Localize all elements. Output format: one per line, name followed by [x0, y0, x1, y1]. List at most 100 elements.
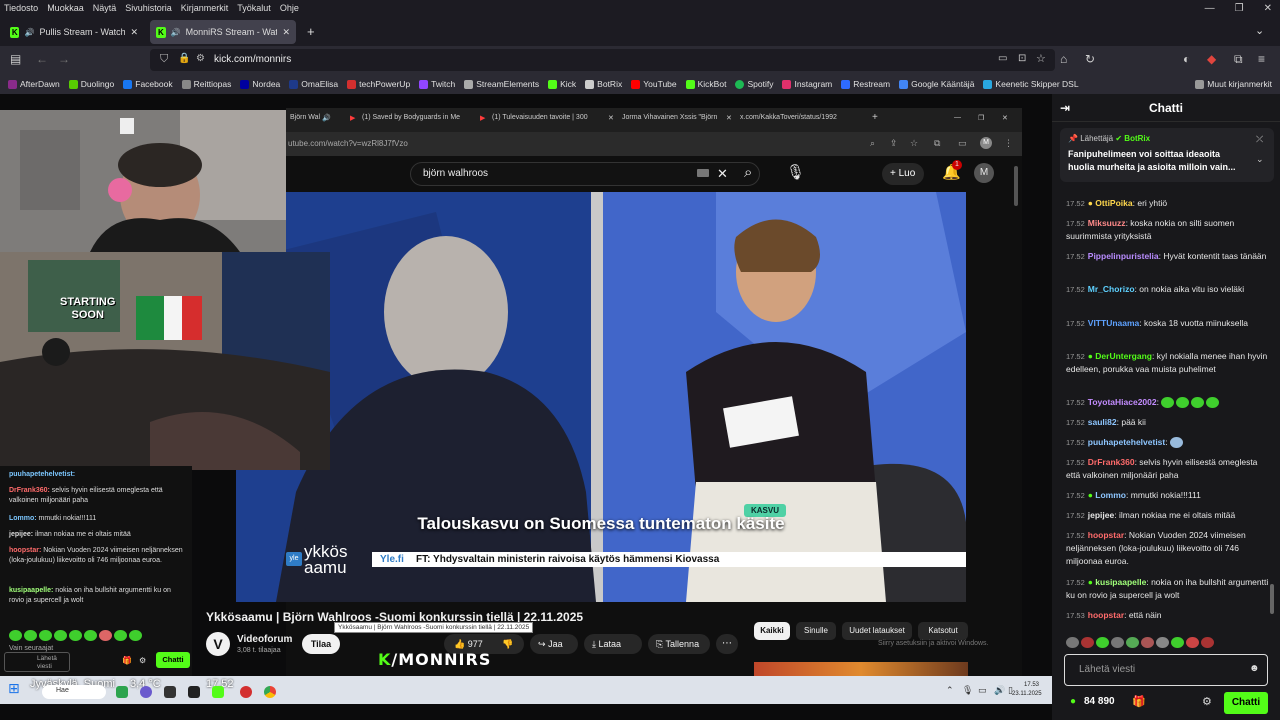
shield-icon[interactable]: ⛉ — [160, 53, 168, 66]
create-button[interactable]: + Luo — [882, 163, 924, 185]
settings-icon[interactable]: ⚙ — [1202, 695, 1212, 708]
menu-icon[interactable]: ≡ — [1258, 52, 1265, 66]
keyboard-icon[interactable] — [697, 169, 709, 177]
new-tab-icon[interactable]: + — [307, 24, 315, 39]
menu-file[interactable]: Tiedosto — [4, 3, 38, 13]
new-tab-icon[interactable]: + — [872, 112, 878, 123]
search-icon[interactable]: ⌕ — [744, 164, 752, 181]
bookmark-streamelements[interactable]: StreamElements — [464, 79, 539, 89]
bookmark-nordea[interactable]: Nordea — [240, 79, 280, 89]
chip-new-uploads[interactable]: Uudet lataukset — [842, 622, 912, 640]
taskbar-app-icon[interactable] — [116, 686, 128, 698]
settings-icon[interactable]: ⚙ — [139, 656, 146, 665]
pip-icon[interactable]: ▭ — [998, 53, 1007, 64]
tab-pullis[interactable]: K 🔊 Pullis Stream - Watch Live o ✕ — [4, 20, 144, 44]
menu-history[interactable]: Sivuhistoria — [125, 3, 172, 13]
reload-icon[interactable]: ↻ — [1085, 52, 1095, 66]
network-icon[interactable]: ▭ — [978, 685, 987, 696]
subscribe-button[interactable]: Tilaa — [302, 634, 340, 654]
bookmark-facebook[interactable]: Facebook — [123, 79, 173, 89]
clear-icon[interactable]: ✕ — [717, 166, 728, 182]
scrollbar[interactable] — [1014, 166, 1018, 206]
permissions-icon[interactable]: ⚙ — [196, 53, 205, 64]
lock-icon[interactable]: 🔒 — [178, 53, 190, 64]
recommended-thumbnail[interactable] — [754, 662, 968, 676]
menu-help[interactable]: Ohje — [280, 3, 299, 13]
bookmark-star-icon[interactable]: ☆ — [1036, 52, 1046, 65]
menu-tools[interactable]: Työkalut — [237, 3, 271, 13]
zoom-icon[interactable]: ⌕ — [870, 138, 875, 149]
windows-start-icon[interactable]: ⊞ — [8, 680, 20, 697]
bookmark-duolingo[interactable]: Duolingo — [68, 79, 114, 89]
url-bar[interactable]: ⛉ 🔒 ⚙ kick.com/monnirs ▭ ⊡ ☆ — [150, 49, 1055, 71]
bookmark-youtube[interactable]: YouTube — [631, 79, 677, 89]
left-chat-input[interactable]: Lähetä viesti — [4, 652, 70, 672]
bookmark-restream[interactable]: Restream — [841, 79, 890, 89]
tray-chevron-icon[interactable]: ⌃ — [946, 685, 954, 696]
sidepanel-icon[interactable]: ▭ — [958, 138, 967, 149]
screenshot-icon[interactable]: ⊡ — [1018, 53, 1026, 64]
bookmark-instagram[interactable]: Instagram — [782, 79, 832, 89]
speaker-icon[interactable]: 🔊 — [322, 114, 331, 122]
save-button[interactable]: ⎘ Tallenna — [648, 634, 710, 654]
chrome-icon[interactable] — [264, 686, 276, 698]
bookmark-kick[interactable]: Kick — [548, 79, 576, 89]
pinned-message[interactable]: 📌 Lähettäjä ✔ BotRix ⤫ Fanipuhelimeen vo… — [1060, 128, 1274, 182]
send-chat-button[interactable]: Chatti — [1224, 692, 1268, 714]
menu-bookmarks[interactable]: Kirjanmerkit — [181, 3, 229, 13]
yt-search-input[interactable]: björn walhroos ✕ — [410, 162, 760, 186]
chip-for-you[interactable]: Sinulle — [796, 622, 836, 640]
bookmark-afterdawn[interactable]: AfterDawn — [8, 79, 60, 89]
minimize-icon[interactable]: — — [1205, 3, 1215, 14]
chat-scrollbar[interactable] — [1270, 584, 1274, 614]
bookmark-techpowerup[interactable]: techPowerUp — [347, 79, 410, 89]
tab-close-icon[interactable]: ✕ — [130, 27, 138, 38]
taskbar-app-icon[interactable] — [188, 686, 200, 698]
url-text[interactable]: kick.com/monnirs — [214, 54, 291, 65]
left-chat-send-button[interactable]: Chatti — [156, 652, 190, 668]
yt-tab[interactable]: x.com/KakkaToveri/status/1992 — [740, 114, 837, 121]
mic-icon[interactable]: 🎙 — [962, 685, 973, 696]
speaker-icon[interactable]: 🔊 — [24, 28, 34, 37]
unpin-icon[interactable]: ⤫ — [1256, 134, 1263, 145]
chevron-down-icon[interactable]: ⌄ — [1256, 154, 1264, 165]
extensions-icon[interactable]: ⧉ — [934, 138, 940, 149]
channel-name[interactable]: Videoforum — [237, 634, 292, 645]
tab-close-icon[interactable]: ✕ — [282, 27, 290, 38]
yt-url[interactable]: utube.com/watch?v=wzRl8J7fVzo — [288, 139, 408, 148]
volume-icon[interactable]: 🔊 — [994, 685, 1005, 696]
extension-badge-icon[interactable]: ◆ — [1207, 52, 1216, 66]
bookmark-twitch[interactable]: Twitch — [419, 79, 455, 89]
yt-tab[interactable]: (1) Tulevaisuuden tavoite | 300 — [492, 114, 588, 121]
kick-icon[interactable] — [212, 686, 224, 698]
bookmark-kickbot[interactable]: KickBot — [685, 79, 726, 89]
yt-tab[interactable]: Jorma Vihavainen Xssis "Björn — [622, 114, 717, 121]
tab-list-icon[interactable]: ⌄ — [1255, 24, 1264, 37]
yt-tab[interactable]: (1) Saved by Bodyguards in Me — [362, 114, 460, 121]
maximize-icon[interactable]: ❐ — [978, 114, 984, 122]
collapse-chat-icon[interactable]: ⇥ — [1060, 94, 1070, 122]
like-icon[interactable]: 👍 — [454, 639, 465, 649]
extensions-icon[interactable]: ⧉ — [1234, 52, 1243, 67]
taskbar-app-icon[interactable] — [164, 686, 176, 698]
gift-icon[interactable]: 🎁 — [1132, 695, 1146, 708]
avatar[interactable]: M — [974, 163, 994, 183]
forward-icon[interactable]: → — [58, 52, 70, 66]
chip-all[interactable]: Kaikki — [754, 622, 790, 640]
bookmark-spotify[interactable]: Spotify — [735, 79, 773, 89]
home-icon[interactable]: ⌂ — [1060, 52, 1067, 66]
minimize-icon[interactable]: — — [954, 114, 961, 121]
taskbar-search[interactable]: Hae — [42, 685, 106, 699]
bookmark-botrix[interactable]: BotRix — [585, 79, 622, 89]
dislike-icon[interactable]: 👎 — [502, 634, 513, 654]
taskbar-app-icon[interactable] — [140, 686, 152, 698]
tab-monnirs[interactable]: K 🔊 MonniRS Stream - Watch Li ✕ — [150, 20, 296, 44]
sidebar-toggle-icon[interactable]: ▤ — [10, 52, 21, 66]
bookmark-reittiopas[interactable]: Reittiopas — [181, 79, 231, 89]
maximize-icon[interactable]: ❐ — [1235, 3, 1244, 14]
more-icon[interactable]: ⋮ — [1004, 138, 1013, 149]
close-icon[interactable]: ✕ — [1002, 114, 1008, 122]
chip-watched[interactable]: Katsotut — [918, 622, 968, 640]
menu-view[interactable]: Näytä — [93, 3, 117, 13]
speaker-icon[interactable]: 🔊 — [171, 28, 181, 37]
